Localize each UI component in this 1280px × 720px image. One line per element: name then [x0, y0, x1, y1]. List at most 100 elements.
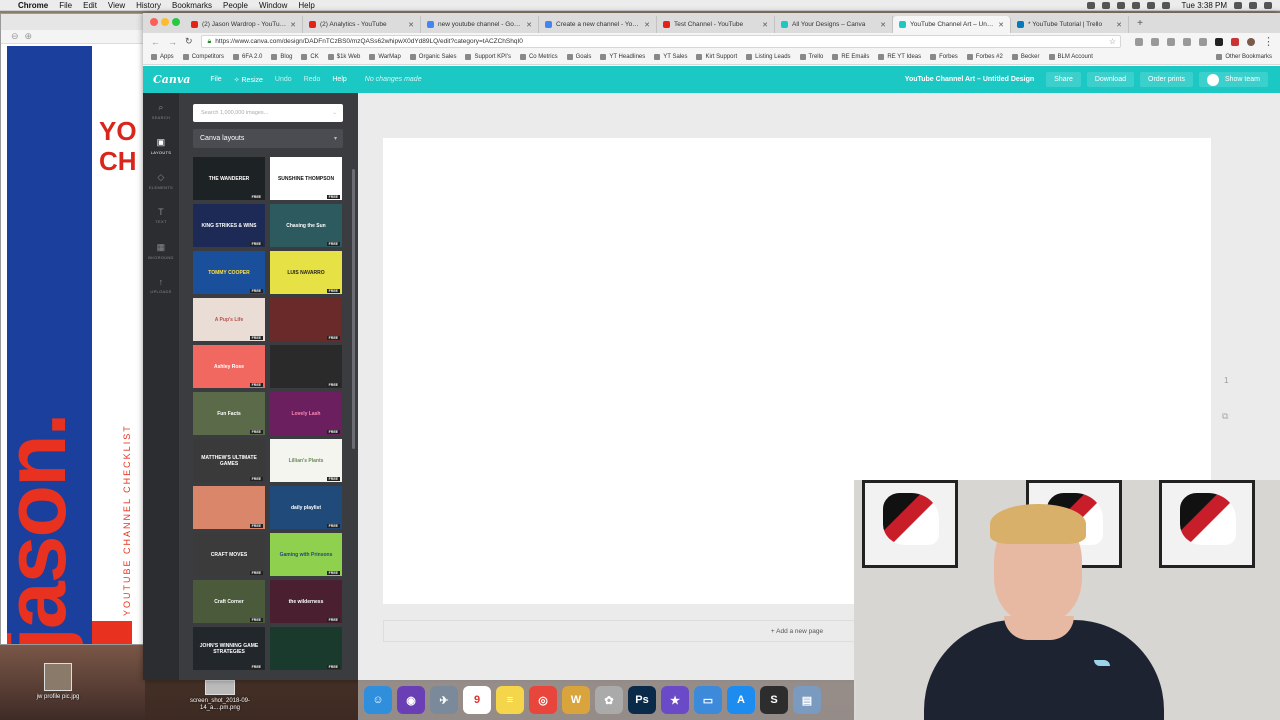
bookmark-item[interactable]: RE Emails [832, 54, 869, 60]
bookmark-item[interactable]: Forbes [930, 54, 958, 60]
layout-thumbnail[interactable]: Lillian's Plants FREE [270, 439, 342, 482]
bookmark-item[interactable]: Becker [1011, 54, 1040, 60]
extension-icon[interactable] [1167, 37, 1175, 46]
browser-tab[interactable]: * YouTube Tutorial | Trello ✕ [1011, 16, 1129, 33]
url-text[interactable]: https://www.canva.com/design/DADFnTCzBS0… [215, 38, 523, 45]
resize-button[interactable]: ✧ Resize [234, 76, 263, 84]
layout-thumbnail[interactable]: TOMMY COOPER FREE [193, 251, 265, 294]
dock-vectorize-icon[interactable]: W [562, 686, 590, 714]
layout-category-select[interactable]: Canva layouts ▾ [193, 129, 343, 148]
close-tab-icon[interactable]: ✕ [880, 21, 886, 29]
show-team-button[interactable]: Show team [1198, 72, 1268, 87]
menu-app-name[interactable]: Chrome [18, 1, 48, 10]
layout-thumbnail[interactable]: SUNSHINE THOMPSON FREE [270, 157, 342, 200]
menu-bookmarks[interactable]: Bookmarks [172, 1, 212, 10]
bookmark-star-icon[interactable]: ☆ [1109, 37, 1116, 46]
dock-photos-icon[interactable]: ✿ [595, 686, 623, 714]
menu-people[interactable]: People [223, 1, 248, 10]
layout-thumbnail[interactable]: Craft Corner FREE [193, 580, 265, 623]
menu-history[interactable]: History [136, 1, 161, 10]
back-icon[interactable]: ← [151, 37, 160, 47]
bookmark-item[interactable]: Co Metrics [519, 54, 558, 60]
dock-slack-icon[interactable]: S [760, 686, 788, 714]
browser-tab[interactable]: All Your Designs – Canva ✕ [775, 16, 893, 33]
layout-thumbnail[interactable]: the wilderness FREE [270, 580, 342, 623]
duplicate-page-icon[interactable]: ⧉ [1222, 411, 1228, 422]
desktop-file-icon[interactable]: jw profile pic.jpg [28, 663, 88, 701]
extension-icon[interactable] [1231, 37, 1239, 46]
redo-button[interactable]: Redo [304, 76, 321, 83]
status-icon[interactable] [1117, 1, 1126, 9]
share-button[interactable]: Share [1046, 72, 1081, 87]
menu-view[interactable]: View [108, 1, 125, 10]
menu-window[interactable]: Window [259, 1, 287, 10]
wifi-icon[interactable] [1132, 1, 1141, 9]
undo-button[interactable]: Undo [275, 76, 292, 83]
dock-launchpad-icon[interactable]: ✈ [430, 686, 458, 714]
status-icon[interactable] [1087, 1, 1096, 9]
dock-calendar-icon[interactable]: 9 [463, 686, 491, 714]
dock-app-store-icon[interactable]: A [727, 686, 755, 714]
extension-icon[interactable] [1215, 37, 1223, 46]
panel-scrollbar[interactable] [352, 169, 355, 449]
background-window[interactable]: ⊖ ⊕ YO CH jason. YOUTUBE CHANNEL CHECKLIST [0, 13, 147, 645]
search-icon[interactable] [1234, 1, 1242, 9]
window-titlebar[interactable] [1, 14, 145, 30]
menu-list-icon[interactable] [1264, 1, 1272, 9]
dock-photoshop-icon[interactable]: Ps [628, 686, 656, 714]
bookmark-item[interactable]: Blog [271, 54, 292, 60]
menu-clock[interactable]: Tue 3:38 PM [1181, 1, 1227, 10]
reload-icon[interactable]: ↻ [185, 36, 193, 47]
layout-thumbnail[interactable]: Gaming with Prinsons FREE [270, 533, 342, 576]
layout-thumbnail[interactable]: LUIS NAVARRO FREE [270, 251, 342, 294]
close-tab-icon[interactable]: ✕ [762, 21, 768, 29]
rail-bkground[interactable]: ▦ BKGROUND [143, 233, 179, 268]
extension-icon[interactable] [1135, 37, 1143, 46]
bookmark-item[interactable]: YT Headlines [600, 54, 645, 60]
layout-thumbnail[interactable]: CRAFT MOVES FREE [193, 533, 265, 576]
close-tab-icon[interactable]: ✕ [408, 21, 414, 29]
order-prints-button[interactable]: Order prints [1140, 72, 1193, 87]
bookmark-item[interactable]: Goals [566, 54, 591, 60]
layout-thumbnail[interactable]: FREE [270, 345, 342, 388]
extension-icon[interactable] [1151, 37, 1159, 46]
layout-thumbnail[interactable]: JOHN'S WINNING GAME STRATEGIES FREE [193, 627, 265, 670]
layout-thumbnail[interactable]: Fun Facts FREE [193, 392, 265, 435]
chevron-down-icon[interactable]: ⌄ [332, 110, 337, 116]
bookmark-item[interactable]: RE YT Ideas [878, 54, 921, 60]
bookmark-item[interactable]: CK [301, 54, 319, 60]
bookmark-other[interactable]: Other Bookmarks [1216, 54, 1280, 60]
document-title[interactable]: YouTube Channel Art – Untitled Design [905, 76, 1034, 83]
rail-layouts[interactable]: ▣ LAYOUTS [143, 128, 179, 163]
forward-icon[interactable]: → [168, 37, 177, 47]
dock-imovie-icon[interactable]: ★ [661, 686, 689, 714]
image-search-input[interactable]: Search 1,000,000 images... ⌄ [193, 104, 343, 122]
new-tab-button[interactable]: + [1133, 17, 1147, 31]
minimize-window-button[interactable] [161, 18, 169, 26]
layout-thumbnail[interactable]: FREE [270, 298, 342, 341]
status-icon[interactable] [1102, 1, 1111, 9]
download-button[interactable]: Download [1086, 72, 1134, 87]
menu-dots-icon[interactable]: ⋮ [1263, 35, 1280, 48]
zoom-icon[interactable]: ⊖ [11, 31, 19, 42]
browser-tab[interactable]: Create a new channel - YouTu... ✕ [539, 16, 657, 33]
bookmark-item[interactable]: Forbes #2 [966, 54, 1003, 60]
close-tab-icon[interactable]: ✕ [998, 21, 1004, 29]
dock-keynote-icon[interactable]: ▭ [694, 686, 722, 714]
canva-logo[interactable]: Canva [153, 73, 190, 86]
browser-tab[interactable]: new youtube channel - Google ✕ [421, 16, 539, 33]
menu-help[interactable]: Help [298, 1, 314, 10]
bookmark-item[interactable]: BLM Account [1048, 54, 1093, 60]
extension-icon[interactable] [1199, 37, 1207, 46]
layout-thumbnail[interactable]: FREE [193, 486, 265, 529]
bookmark-item[interactable]: Organic Sales [409, 54, 456, 60]
browser-tab[interactable]: YouTube Channel Art – Untitle... ✕ [893, 16, 1011, 33]
bookmark-item[interactable]: WarMap [369, 54, 401, 60]
desktop-file-icon[interactable]: screen_shot_2018-09-14_a....pm.png [188, 680, 252, 712]
bookmark-item[interactable]: Listing Leads [746, 54, 791, 60]
rail-uploads[interactable]: ↑ UPLOADS [143, 268, 179, 303]
siri-icon[interactable] [1249, 1, 1257, 9]
bookmark-item[interactable]: Trello [799, 54, 823, 60]
dock-finder-icon[interactable]: ☺ [364, 686, 392, 714]
bookmark-item[interactable]: Competitors [182, 54, 224, 60]
